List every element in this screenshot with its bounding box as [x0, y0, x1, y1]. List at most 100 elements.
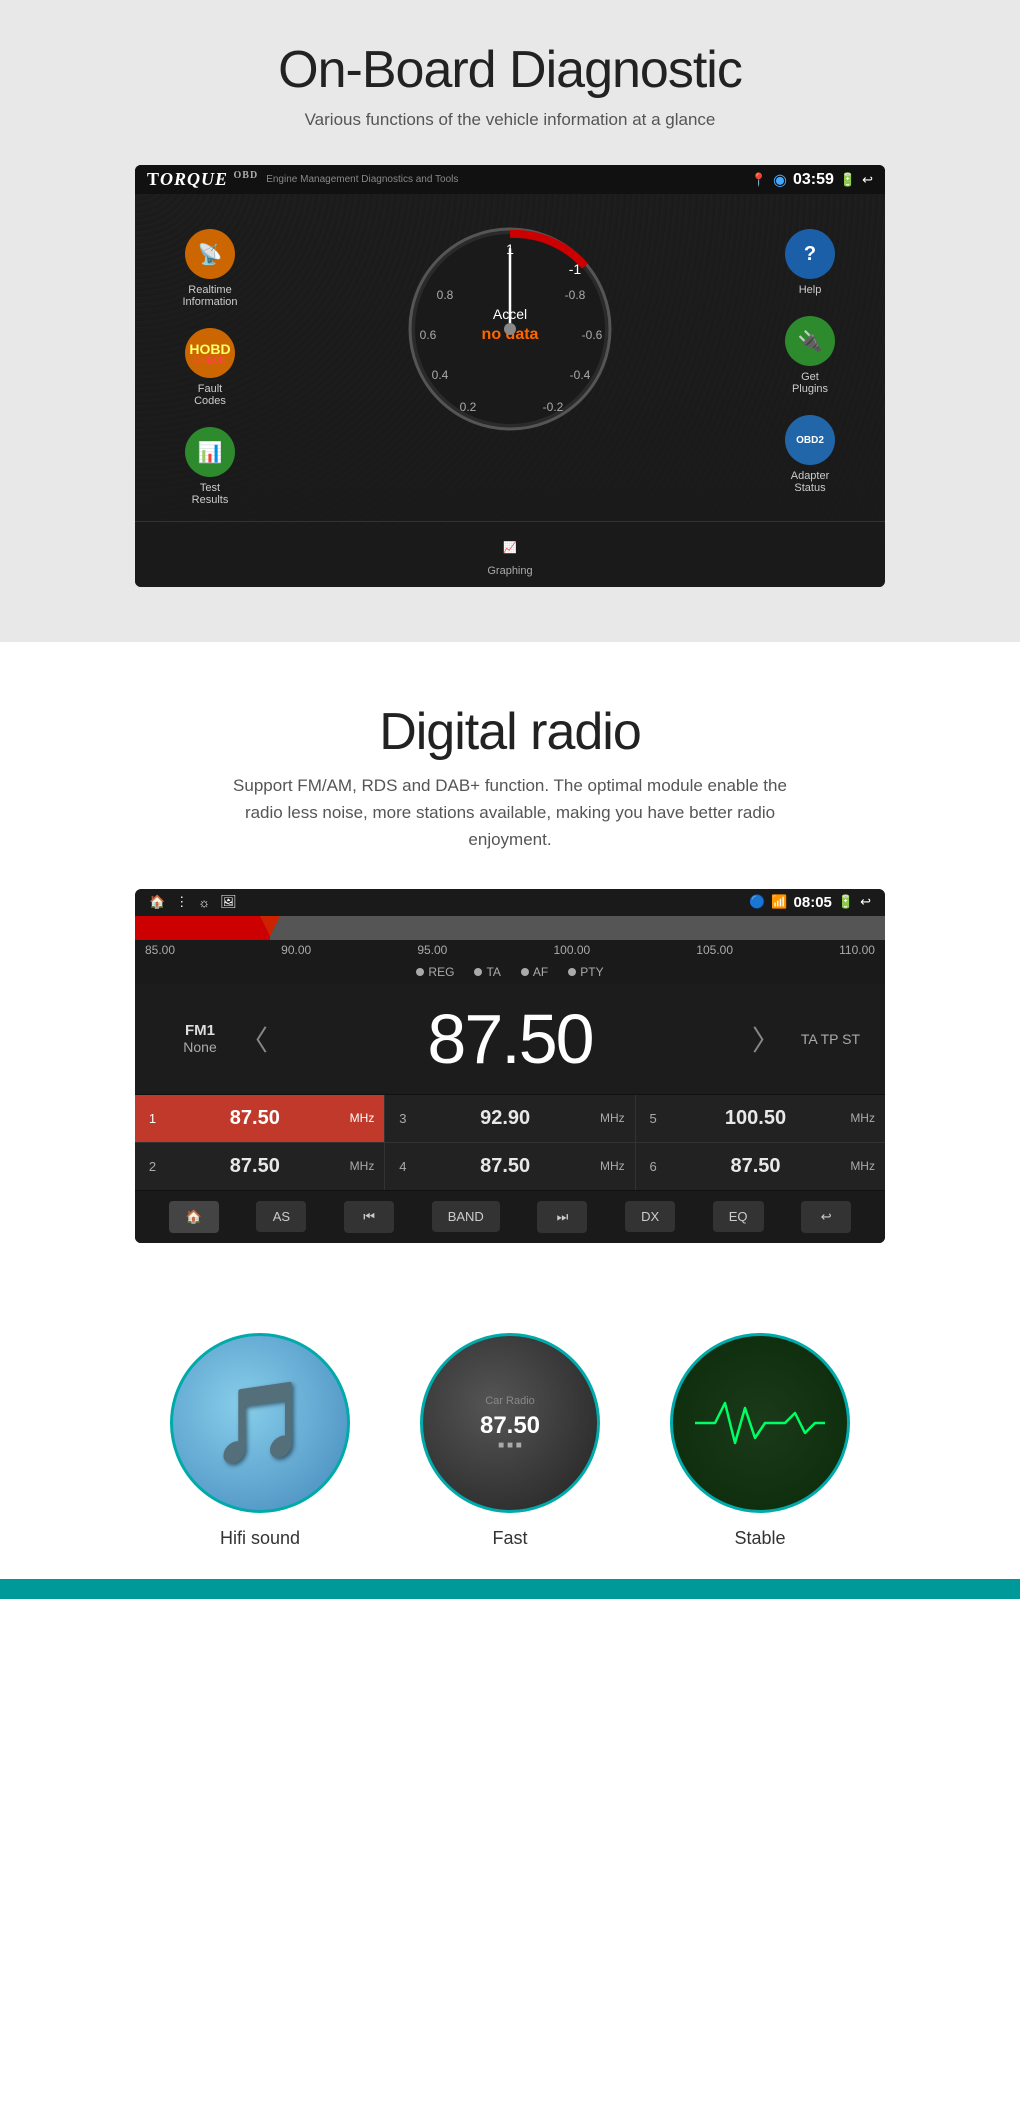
radio-status-left: 🏠 ⋮ ☼ 🖼	[149, 894, 237, 910]
radio-station: None	[160, 1039, 240, 1055]
radio-ta-tp-st: TA TP ST	[780, 1031, 860, 1047]
preset-freq-2: 87.50	[168, 1155, 342, 1178]
screenshot-icon[interactable]: 🖼	[220, 894, 237, 910]
fault-codes-icon[interactable]: HOBD CHECK FaultCodes	[185, 328, 235, 407]
preset-3[interactable]: 3 92.90 MHz	[385, 1095, 634, 1142]
help-icon-circle: ?	[785, 229, 835, 279]
radio-time: 08:05	[794, 894, 832, 911]
obd-right-icons: ? Help 🔌 GetPlugins OBD2 AdapterStatus	[745, 209, 875, 494]
feature-fast: Car Radio 87.50 ■ ■ ■ Fast	[415, 1333, 605, 1549]
preset-6[interactable]: 6 87.50 MHz	[636, 1143, 885, 1190]
preset-num-2: 2	[145, 1159, 160, 1174]
radio-title: Digital radio	[60, 702, 960, 762]
radio-back-btn[interactable]: ↩	[801, 1201, 851, 1233]
pty-option[interactable]: PTY	[568, 965, 603, 979]
freq-label-1: 85.00	[145, 943, 175, 957]
test-results-icon[interactable]: 📊 TestResults	[185, 427, 235, 506]
graphing-item[interactable]: 📈 Graphing	[487, 532, 532, 577]
freq-label-6: 110.00	[839, 943, 875, 957]
obd-time: 03:59	[793, 171, 834, 189]
radio-band: FM1	[160, 1022, 240, 1039]
svg-text:-0.4: -0.4	[570, 368, 591, 382]
graphing-label: Graphing	[487, 565, 532, 577]
preset-unit-6: MHz	[850, 1159, 875, 1173]
bluetooth-icon: 🔵	[749, 894, 765, 910]
radio-dx-btn[interactable]: DX	[625, 1201, 675, 1232]
freq-slider[interactable]	[135, 916, 885, 940]
test-icon-circle: 📊	[185, 427, 235, 477]
radio-prev-btn[interactable]: ⏮	[344, 1201, 394, 1233]
preset-1[interactable]: 1 87.50 MHz	[135, 1095, 384, 1142]
help-label: Help	[785, 284, 835, 296]
preset-5[interactable]: 5 100.50 MHz	[636, 1095, 885, 1142]
features-section: 🎵 Hifi sound Car Radio 87.50 ■ ■ ■ Fast	[0, 1293, 1020, 1579]
preset-num-4: 4	[395, 1159, 410, 1174]
ta-option[interactable]: TA	[474, 965, 500, 979]
obd-screen-mockup: TORQUE OBD Engine Management Diagnostics…	[135, 165, 885, 587]
fast-freq-display: 87.50	[480, 1412, 540, 1440]
radio-as-btn[interactable]: AS	[256, 1201, 306, 1232]
prev-freq-arrow[interactable]: 〈	[240, 1019, 268, 1059]
realtime-icon-circle: 📡	[185, 229, 235, 279]
preset-4[interactable]: 4 87.50 MHz	[385, 1143, 634, 1190]
svg-text:0.8: 0.8	[437, 288, 454, 302]
stable-label: Stable	[665, 1528, 855, 1549]
radio-section: Digital radio Support FM/AM, RDS and DAB…	[0, 642, 1020, 1293]
af-dot	[521, 968, 529, 976]
music-note-icon: 🎵	[210, 1376, 310, 1470]
obd-content: 📡 Realtime Information HOBD CHECK FaultC…	[135, 194, 885, 521]
fast-circle: Car Radio 87.50 ■ ■ ■	[420, 1333, 600, 1513]
pty-dot	[568, 968, 576, 976]
plugins-icon-circle: 🔌	[785, 316, 835, 366]
adapter-icon-circle: OBD2	[785, 415, 835, 465]
stable-circle	[670, 1333, 850, 1513]
obd-status-right: 📍 ◉ 03:59 🔋 ↩	[751, 170, 873, 190]
preset-freq-3: 92.90	[418, 1107, 592, 1130]
obd-section: On-Board Diagnostic Various functions of…	[0, 0, 1020, 642]
get-plugins-icon[interactable]: 🔌 GetPlugins	[785, 316, 835, 395]
help-icon[interactable]: ? Help	[785, 229, 835, 296]
realtime-label: Realtime Information	[182, 284, 237, 308]
hifi-label: Hifi sound	[165, 1528, 355, 1549]
radio-next-btn[interactable]: ⏭	[537, 1201, 587, 1233]
preset-unit-4: MHz	[600, 1159, 625, 1173]
preset-freq-6: 87.50	[669, 1155, 843, 1178]
reg-dot	[416, 968, 424, 976]
battery-icon: 🔋	[840, 172, 856, 188]
preset-num-6: 6	[646, 1159, 661, 1174]
heartbeat-icon	[695, 1393, 825, 1453]
radio-eq-btn[interactable]: EQ	[713, 1201, 764, 1232]
fault-codes-label: FaultCodes	[185, 383, 235, 407]
bottom-bar	[0, 1579, 1020, 1599]
preset-2[interactable]: 2 87.50 MHz	[135, 1143, 384, 1190]
adapter-status-icon[interactable]: OBD2 AdapterStatus	[785, 415, 835, 494]
brightness-icon[interactable]: ☼	[198, 895, 210, 910]
menu-icon[interactable]: ⋮	[175, 894, 188, 910]
svg-text:-0.2: -0.2	[543, 400, 564, 414]
radio-main-display: FM1 None 〈 87.50 〉 TA TP ST	[135, 984, 885, 1094]
preset-unit-1: MHz	[350, 1111, 375, 1125]
radio-status-bar: 🏠 ⋮ ☼ 🖼 🔵 📶 08:05 🔋 ↩	[135, 889, 885, 916]
back-icon[interactable]: ↩	[862, 172, 873, 188]
af-option[interactable]: AF	[521, 965, 548, 979]
svg-text:-0.6: -0.6	[582, 328, 603, 342]
obd-subtitle: Various functions of the vehicle informa…	[60, 110, 960, 130]
radio-back-icon[interactable]: ↩	[860, 894, 871, 910]
obd-gauge: 1 -1 0.8 -0.8 0.6 -0.6 0.4 -0.4 0.2 -0.2…	[400, 219, 620, 439]
obd-tagline: Engine Management Diagnostics and Tools	[266, 174, 458, 185]
radio-home-btn[interactable]: 🏠	[169, 1201, 219, 1233]
home-status-icon[interactable]: 🏠	[149, 894, 165, 910]
radio-controls: 🏠 AS ⏮ BAND ⏭ DX EQ ↩	[135, 1191, 885, 1243]
fast-car-display: Car Radio 87.50 ■ ■ ■	[470, 1385, 550, 1461]
get-plugins-label: GetPlugins	[785, 371, 835, 395]
preset-freq-1: 87.50	[168, 1107, 342, 1130]
realtime-info-icon[interactable]: 📡 Realtime Information	[182, 229, 237, 308]
svg-text:-1: -1	[569, 261, 582, 277]
reg-option[interactable]: REG	[416, 965, 454, 979]
freq-label-3: 95.00	[417, 943, 447, 957]
freq-marker	[260, 916, 280, 936]
radio-band-btn[interactable]: BAND	[432, 1201, 500, 1232]
next-freq-arrow[interactable]: 〉	[752, 1019, 780, 1059]
obd-bottom-bar: 📈 Graphing	[135, 521, 885, 587]
radio-station-info: FM1 None	[160, 1022, 240, 1055]
